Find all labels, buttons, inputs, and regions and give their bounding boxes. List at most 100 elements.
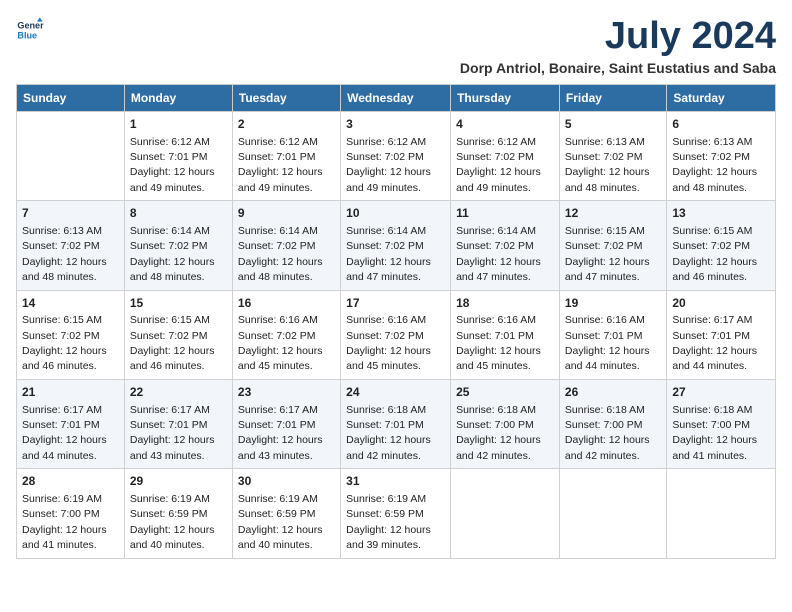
logo-icon: General Blue	[16, 16, 44, 44]
day-info: Sunrise: 6:16 AMSunset: 7:02 PMDaylight:…	[238, 314, 323, 372]
day-info: Sunrise: 6:13 AMSunset: 7:02 PMDaylight:…	[565, 136, 650, 194]
calendar-cell: 20 Sunrise: 6:17 AMSunset: 7:01 PMDayligh…	[667, 290, 776, 379]
calendar-cell: 12 Sunrise: 6:15 AMSunset: 7:02 PMDayligh…	[559, 201, 666, 290]
calendar-week-row: 7 Sunrise: 6:13 AMSunset: 7:02 PMDaylight…	[17, 201, 776, 290]
day-info: Sunrise: 6:18 AMSunset: 7:00 PMDaylight:…	[565, 404, 650, 462]
calendar-cell: 22 Sunrise: 6:17 AMSunset: 7:01 PMDayligh…	[124, 379, 232, 468]
calendar-cell: 31Sunrise: 6:19 AMSunset: 6:59 PMDayligh…	[341, 469, 451, 558]
calendar-cell: 27 Sunrise: 6:18 AMSunset: 7:00 PMDayligh…	[667, 379, 776, 468]
day-info: Sunrise: 6:17 AMSunset: 7:01 PMDaylight:…	[130, 404, 215, 462]
calendar-cell	[559, 469, 666, 558]
calendar-cell: 24 Sunrise: 6:18 AMSunset: 7:01 PMDayligh…	[341, 379, 451, 468]
column-header-saturday: Saturday	[667, 84, 776, 111]
day-info: Sunrise: 6:13 AMSunset: 7:02 PMDaylight:…	[672, 136, 757, 194]
calendar-cell: 17 Sunrise: 6:16 AMSunset: 7:02 PMDayligh…	[341, 290, 451, 379]
calendar-cell	[667, 469, 776, 558]
calendar-cell: 19Sunrise: 6:16 AMSunset: 7:01 PMDayligh…	[559, 290, 666, 379]
calendar-header-row: SundayMondayTuesdayWednesdayThursdayFrid…	[17, 84, 776, 111]
calendar-cell: 4 Sunrise: 6:12 AMSunset: 7:02 PMDaylight…	[451, 111, 560, 200]
svg-text:General: General	[17, 21, 44, 31]
calendar-cell: 9 Sunrise: 6:14 AMSunset: 7:02 PMDaylight…	[232, 201, 340, 290]
day-number: 24	[346, 384, 445, 401]
day-number: 17	[346, 295, 445, 312]
calendar-cell	[17, 111, 125, 200]
calendar-cell: 21 Sunrise: 6:17 AMSunset: 7:01 PMDayligh…	[17, 379, 125, 468]
page-header: General Blue July 2024 Dorp Antriol, Bon…	[16, 16, 776, 76]
day-number: 20	[672, 295, 770, 312]
day-info: Sunrise: 6:14 AMSunset: 7:02 PMDaylight:…	[456, 225, 541, 283]
month-title: July 2024	[460, 16, 776, 58]
day-number: 11	[456, 205, 554, 222]
calendar-cell: 25 Sunrise: 6:18 AMSunset: 7:00 PMDayligh…	[451, 379, 560, 468]
day-info: Sunrise: 6:14 AMSunset: 7:02 PMDaylight:…	[130, 225, 215, 283]
day-number: 19	[565, 295, 661, 312]
day-number: 27	[672, 384, 770, 401]
day-info: Sunrise: 6:17 AMSunset: 7:01 PMDaylight:…	[238, 404, 323, 462]
day-number: 12	[565, 205, 661, 222]
day-number: 21	[22, 384, 119, 401]
day-number: 10	[346, 205, 445, 222]
day-info: Sunrise: 6:16 AMSunset: 7:01 PMDaylight:…	[456, 314, 541, 372]
day-number: 8	[130, 205, 227, 222]
day-info: Sunrise: 6:12 AMSunset: 7:01 PMDaylight:…	[130, 136, 215, 194]
calendar-cell: 29Sunrise: 6:19 AMSunset: 6:59 PMDayligh…	[124, 469, 232, 558]
calendar-body: 1 Sunrise: 6:12 AMSunset: 7:01 PMDaylight…	[17, 111, 776, 558]
day-number: 7	[22, 205, 119, 222]
day-number: 9	[238, 205, 335, 222]
calendar-cell: 11 Sunrise: 6:14 AMSunset: 7:02 PMDayligh…	[451, 201, 560, 290]
day-info: Sunrise: 6:12 AMSunset: 7:02 PMDaylight:…	[456, 136, 541, 194]
logo: General Blue	[16, 16, 44, 44]
calendar-week-row: 28Sunrise: 6:19 AMSunset: 7:00 PMDayligh…	[17, 469, 776, 558]
day-info: Sunrise: 6:16 AMSunset: 7:02 PMDaylight:…	[346, 314, 431, 372]
day-number: 16	[238, 295, 335, 312]
day-number: 15	[130, 295, 227, 312]
calendar-cell: 30 Sunrise: 6:19 AMSunset: 6:59 PMDayligh…	[232, 469, 340, 558]
day-info: Sunrise: 6:18 AMSunset: 7:00 PMDaylight:…	[456, 404, 541, 462]
day-info: Sunrise: 6:17 AMSunset: 7:01 PMDaylight:…	[672, 314, 757, 372]
day-info: Sunrise: 6:13 AMSunset: 7:02 PMDaylight:…	[22, 225, 107, 283]
day-info: Sunrise: 6:15 AMSunset: 7:02 PMDaylight:…	[130, 314, 215, 372]
day-info: Sunrise: 6:18 AMSunset: 7:00 PMDaylight:…	[672, 404, 757, 462]
calendar-cell: 15 Sunrise: 6:15 AMSunset: 7:02 PMDayligh…	[124, 290, 232, 379]
calendar-week-row: 21 Sunrise: 6:17 AMSunset: 7:01 PMDayligh…	[17, 379, 776, 468]
calendar-cell: 6Sunrise: 6:13 AMSunset: 7:02 PMDaylight…	[667, 111, 776, 200]
location-title: Dorp Antriol, Bonaire, Saint Eustatius a…	[460, 60, 776, 76]
day-number: 23	[238, 384, 335, 401]
day-info: Sunrise: 6:19 AMSunset: 6:59 PMDaylight:…	[130, 493, 215, 551]
day-info: Sunrise: 6:15 AMSunset: 7:02 PMDaylight:…	[565, 225, 650, 283]
calendar-week-row: 14 Sunrise: 6:15 AMSunset: 7:02 PMDayligh…	[17, 290, 776, 379]
day-number: 26	[565, 384, 661, 401]
calendar-table: SundayMondayTuesdayWednesdayThursdayFrid…	[16, 84, 776, 559]
day-number: 22	[130, 384, 227, 401]
calendar-cell: 14 Sunrise: 6:15 AMSunset: 7:02 PMDayligh…	[17, 290, 125, 379]
column-header-friday: Friday	[559, 84, 666, 111]
calendar-cell: 7 Sunrise: 6:13 AMSunset: 7:02 PMDaylight…	[17, 201, 125, 290]
day-number: 18	[456, 295, 554, 312]
calendar-cell: 28Sunrise: 6:19 AMSunset: 7:00 PMDayligh…	[17, 469, 125, 558]
column-header-tuesday: Tuesday	[232, 84, 340, 111]
day-number: 13	[672, 205, 770, 222]
day-info: Sunrise: 6:17 AMSunset: 7:01 PMDaylight:…	[22, 404, 107, 462]
day-info: Sunrise: 6:12 AMSunset: 7:01 PMDaylight:…	[238, 136, 323, 194]
calendar-cell: 5 Sunrise: 6:13 AMSunset: 7:02 PMDaylight…	[559, 111, 666, 200]
calendar-cell: 26 Sunrise: 6:18 AMSunset: 7:00 PMDayligh…	[559, 379, 666, 468]
day-info: Sunrise: 6:19 AMSunset: 6:59 PMDaylight:…	[238, 493, 323, 551]
calendar-cell: 13Sunrise: 6:15 AMSunset: 7:02 PMDayligh…	[667, 201, 776, 290]
calendar-cell: 18 Sunrise: 6:16 AMSunset: 7:01 PMDayligh…	[451, 290, 560, 379]
svg-text:Blue: Blue	[17, 30, 37, 40]
day-number: 2	[238, 116, 335, 133]
calendar-cell: 1 Sunrise: 6:12 AMSunset: 7:01 PMDaylight…	[124, 111, 232, 200]
day-number: 14	[22, 295, 119, 312]
day-info: Sunrise: 6:18 AMSunset: 7:01 PMDaylight:…	[346, 404, 431, 462]
day-number: 1	[130, 116, 227, 133]
title-block: July 2024 Dorp Antriol, Bonaire, Saint E…	[460, 16, 776, 76]
day-info: Sunrise: 6:19 AMSunset: 6:59 PMDaylight:…	[346, 493, 431, 551]
day-info: Sunrise: 6:15 AMSunset: 7:02 PMDaylight:…	[22, 314, 107, 372]
day-number: 28	[22, 473, 119, 490]
day-number: 5	[565, 116, 661, 133]
day-number: 25	[456, 384, 554, 401]
day-number: 30	[238, 473, 335, 490]
day-number: 4	[456, 116, 554, 133]
calendar-cell	[451, 469, 560, 558]
day-info: Sunrise: 6:14 AMSunset: 7:02 PMDaylight:…	[238, 225, 323, 283]
